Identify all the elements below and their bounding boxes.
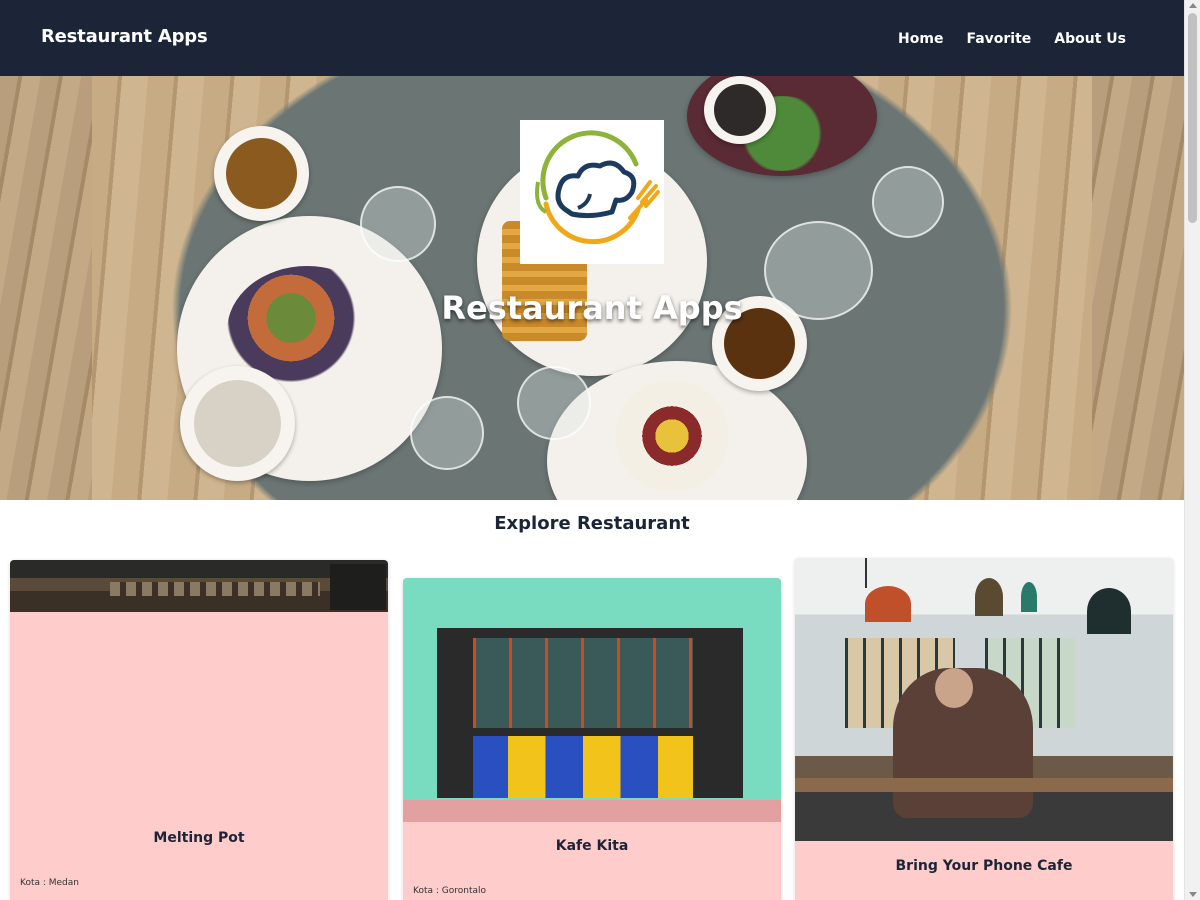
scroll-up-arrow-icon[interactable] [1189, 3, 1197, 8]
restaurant-image [795, 558, 1173, 841]
restaurant-card[interactable]: Kafe Kita Kota : Gorontalo [403, 578, 781, 900]
glass-image [410, 396, 484, 470]
hero-title: Restaurant Apps [441, 289, 743, 327]
explore-heading: Explore Restaurant [494, 513, 690, 534]
app-logo [520, 120, 664, 264]
restaurant-city: Kota : Medan [20, 878, 79, 888]
page-scrollbar[interactable] [1184, 0, 1200, 900]
nav-menu: Home Favorite About Us [898, 31, 1126, 47]
restaurant-city: Kota : Gorontalo [413, 886, 487, 896]
glass-image [872, 166, 944, 238]
nav-link-about-us[interactable]: About Us [1054, 31, 1126, 47]
nav-link-home[interactable]: Home [898, 31, 943, 47]
navbar: Restaurant Apps Home Favorite About Us [0, 0, 1184, 76]
restaurant-name[interactable]: Melting Pot [10, 830, 388, 846]
restaurant-image [10, 560, 388, 612]
berry-bowl-image [704, 76, 776, 144]
glass-image [517, 366, 591, 440]
restaurant-card[interactable]: Bring Your Phone Cafe [795, 558, 1173, 900]
hero-image-right-edge [1092, 76, 1184, 500]
glass-image [360, 186, 436, 262]
hero-banner: Restaurant Apps [0, 76, 1184, 500]
pouring-cup-image [180, 366, 295, 481]
scrollbar-thumb[interactable] [1188, 13, 1197, 223]
tea-cup-image [214, 126, 309, 221]
restaurant-card[interactable]: Melting Pot Kota : Medan [10, 560, 388, 900]
hero-image-left-edge [0, 76, 92, 500]
nav-link-favorite[interactable]: Favorite [966, 31, 1031, 47]
restaurant-name[interactable]: Kafe Kita [403, 838, 781, 854]
brand-title[interactable]: Restaurant Apps [41, 26, 208, 47]
restaurant-name[interactable]: Bring Your Phone Cafe [795, 858, 1173, 874]
chef-hat-fork-logo-icon [535, 130, 660, 245]
restaurant-image [403, 578, 781, 822]
scroll-down-arrow-icon[interactable] [1189, 892, 1197, 897]
